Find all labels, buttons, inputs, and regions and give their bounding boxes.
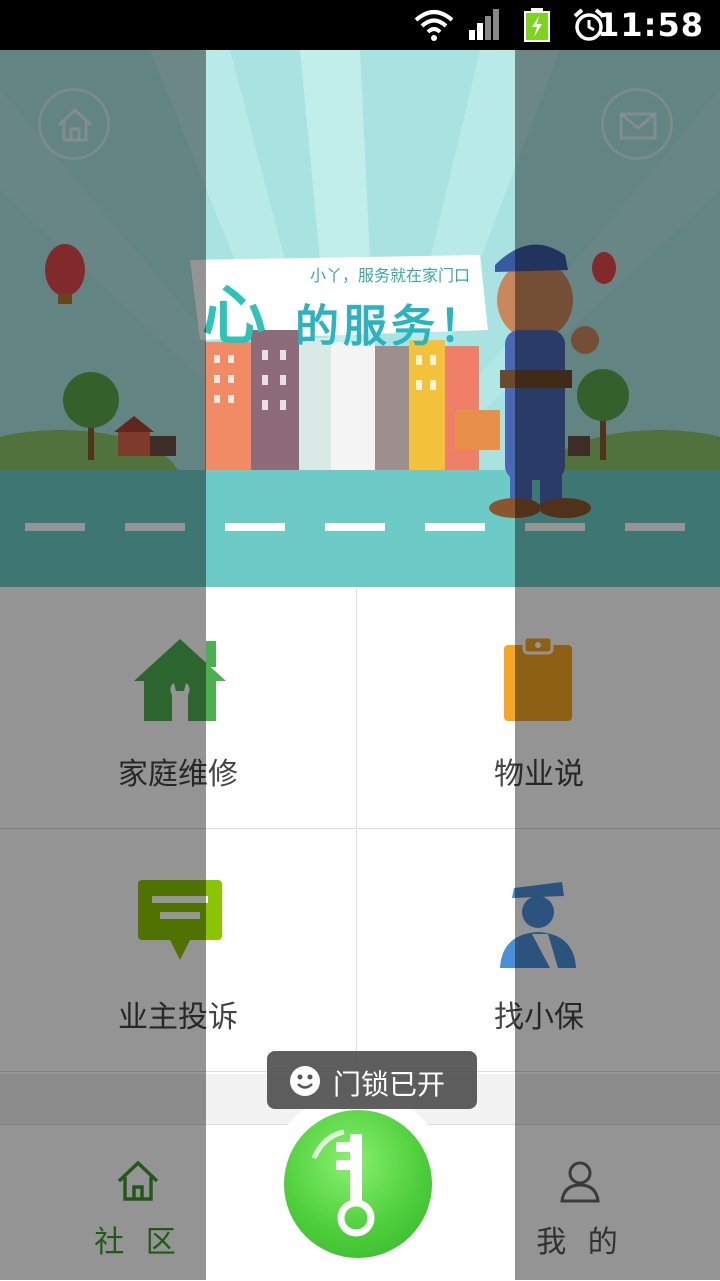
- unlock-door-button[interactable]: [284, 1110, 432, 1258]
- status-time: 11:58: [597, 6, 704, 44]
- mail-icon: [619, 112, 657, 140]
- key-icon: [311, 1129, 375, 1237]
- toast-text: 门锁已开: [333, 1068, 446, 1101]
- smiley-icon: [290, 1066, 320, 1096]
- nav-tab-community[interactable]: 社 区: [68, 1125, 208, 1281]
- banner-headline: 的服务！: [295, 301, 487, 352]
- security-guard-icon: [500, 882, 576, 968]
- user-outline-icon: [560, 1161, 600, 1203]
- grid-item-label: 家庭维修: [118, 757, 238, 792]
- banner-logo-word: 心: [202, 279, 266, 354]
- status-bar: 11:58: [0, 0, 720, 50]
- home-button[interactable]: [38, 88, 110, 160]
- signal-icon: [469, 9, 499, 40]
- unlock-button-ring: [266, 1092, 450, 1276]
- toast-notification: 门锁已开: [267, 1051, 477, 1109]
- complaint-chat-icon: [138, 880, 222, 960]
- battery-charging-icon: [524, 8, 550, 42]
- home-outline-icon: [117, 1160, 159, 1201]
- nav-tab-community-label: 社 区: [94, 1225, 182, 1260]
- banner-tagline: 小丫，服务就在家门口: [310, 266, 471, 285]
- house-wrench-icon: [134, 639, 226, 721]
- nav-tab-mine-label: 我 的: [536, 1225, 624, 1260]
- wifi-icon: [414, 10, 454, 41]
- home-icon: [57, 107, 93, 142]
- service-grid: 家庭维修 物业说 业主投诉 找小保: [0, 587, 720, 1074]
- grid-item-label: 业主投诉: [118, 1000, 238, 1035]
- grid-item-complaint[interactable]: 业主投诉: [0, 830, 357, 1072]
- grid-item-label: 物业说: [494, 757, 584, 792]
- grid-item-label: 找小保: [494, 1000, 584, 1035]
- nav-tab-mine[interactable]: 我 的: [510, 1125, 650, 1281]
- grid-item-home-repair[interactable]: 家庭维修: [0, 587, 357, 829]
- message-button[interactable]: [601, 88, 673, 160]
- clipboard-icon: [504, 635, 572, 721]
- grid-item-security-guard[interactable]: 找小保: [358, 830, 720, 1072]
- grid-item-property-notice[interactable]: 物业说: [358, 587, 720, 829]
